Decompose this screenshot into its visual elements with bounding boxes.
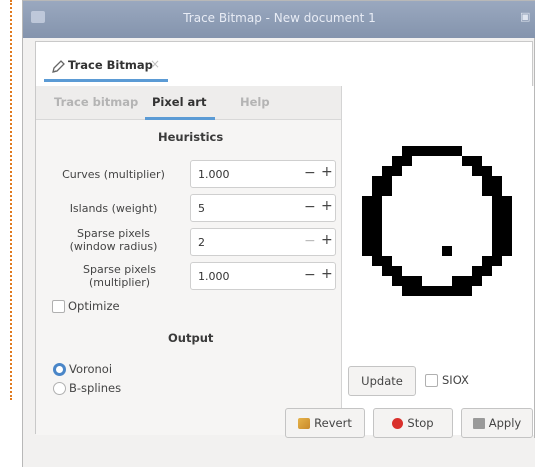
close-icon[interactable]: × <box>150 57 160 71</box>
preview-pane: Update SIOX <box>341 86 534 435</box>
increment-button[interactable]: + <box>321 232 333 248</box>
revert-button[interactable]: Revert <box>285 408 365 438</box>
dock-panel: Trace Bitmap × Trace bitmap Pixel art He… <box>35 41 534 435</box>
tab-pixel-art[interactable]: Pixel art <box>152 95 206 109</box>
apply-button[interactable]: Apply <box>461 408 533 438</box>
sparse-radius-label-line1: Sparse pixels <box>77 227 150 240</box>
sparse-radius-value[interactable]: 2 <box>198 236 205 249</box>
voronoi-label[interactable]: Voronoi <box>69 362 112 376</box>
output-heading: Output <box>168 331 214 345</box>
update-button[interactable]: Update <box>348 366 416 396</box>
apply-label: Apply <box>488 416 522 430</box>
sparse-radius-label: Sparse pixels (window radius) <box>46 227 181 253</box>
sparse-mult-label-line1: Sparse pixels <box>83 263 156 276</box>
window-close-icon[interactable]: ▣ <box>520 10 532 24</box>
settings-pane: Trace bitmap Pixel art Help Heuristics C… <box>36 86 341 435</box>
decrement-button[interactable]: − <box>304 165 316 181</box>
decrement-button[interactable]: − <box>304 199 316 215</box>
curves-stepper[interactable]: 1.000 − + <box>190 160 336 188</box>
apply-icon <box>472 417 485 429</box>
increment-button[interactable]: + <box>321 266 333 282</box>
siox-label[interactable]: SIOX <box>442 373 469 387</box>
optimize-checkbox[interactable] <box>52 300 65 313</box>
revert-label: Revert <box>314 416 352 430</box>
dialog-window: Trace Bitmap - New document 1 ▣ Trace Bi… <box>22 0 535 467</box>
sparse-radius-label-line2: (window radius) <box>69 240 158 253</box>
islands-stepper[interactable]: 5 − + <box>190 194 336 222</box>
stop-label: Stop <box>407 416 434 430</box>
voronoi-radio[interactable] <box>53 363 66 376</box>
trace-preview-image <box>362 146 512 296</box>
subtab-bar: Trace bitmap Pixel art Help <box>36 86 341 120</box>
stop-icon <box>392 417 404 429</box>
curves-value[interactable]: 1.000 <box>198 168 230 181</box>
sparse-mult-label: Sparse pixels (multiplier) <box>52 263 187 289</box>
window-title: Trace Bitmap - New document 1 <box>183 11 376 25</box>
action-bar <box>23 438 535 467</box>
bsplines-label[interactable]: B-splines <box>69 381 121 395</box>
tab-trace-bitmap-mode[interactable]: Trace bitmap <box>54 95 138 109</box>
revert-icon <box>298 417 311 429</box>
tab-trace-bitmap[interactable]: Trace Bitmap × <box>44 52 168 82</box>
decrement-button[interactable]: − <box>304 267 316 283</box>
bsplines-radio[interactable] <box>53 382 66 395</box>
curves-label: Curves (multiplier) <box>62 168 165 181</box>
sparse-radius-stepper[interactable]: 2 − + <box>190 228 336 256</box>
tab-help[interactable]: Help <box>240 95 270 109</box>
increment-button[interactable]: + <box>321 198 333 214</box>
decrement-button[interactable]: − <box>304 233 316 249</box>
sparse-mult-value[interactable]: 1.000 <box>198 270 230 283</box>
dotted-guide <box>10 0 14 400</box>
stop-button[interactable]: Stop <box>373 408 453 438</box>
islands-value[interactable]: 5 <box>198 202 205 215</box>
sparse-mult-label-line2: (multiplier) <box>88 276 151 289</box>
tab-label: Trace Bitmap <box>68 58 153 72</box>
pen-icon <box>52 60 65 73</box>
active-tab-indicator <box>145 117 215 120</box>
sparse-mult-stepper[interactable]: 1.000 − + <box>190 262 336 290</box>
title-bar[interactable]: Trace Bitmap - New document 1 ▣ <box>23 1 535 38</box>
heuristics-heading: Heuristics <box>158 130 224 144</box>
optimize-label[interactable]: Optimize <box>68 299 120 313</box>
increment-button[interactable]: + <box>321 164 333 180</box>
siox-checkbox[interactable] <box>425 374 438 387</box>
islands-label: Islands (weight) <box>69 202 158 215</box>
